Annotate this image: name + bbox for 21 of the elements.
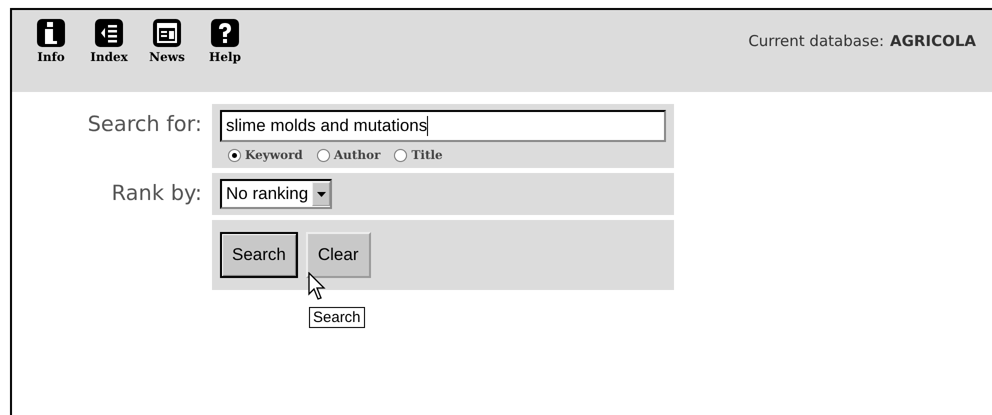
database-name: AGRICOLA	[890, 32, 976, 50]
toolbar-label[interactable]: Info	[37, 50, 65, 64]
rank-dropdown[interactable]: No ranking	[220, 179, 332, 209]
toolbar-label[interactable]: Help	[209, 50, 241, 64]
info-icon[interactable]	[36, 18, 66, 48]
tooltip: Search	[309, 307, 365, 328]
radio-option[interactable]: Title	[394, 148, 443, 162]
search-label: Search for:	[86, 111, 202, 138]
index-icon[interactable]	[94, 18, 124, 48]
rank-label: Rank by:	[110, 180, 202, 207]
caret-icon	[316, 192, 326, 196]
radio-option[interactable]: Keyword	[228, 148, 303, 162]
database-label: Current database:	[748, 32, 884, 50]
toolbar-label[interactable]: News	[149, 50, 185, 64]
action-button[interactable]: Clear	[306, 232, 370, 278]
help-icon[interactable]	[210, 18, 240, 48]
search-field[interactable]: slime molds and mutations	[220, 110, 666, 142]
toolbar-label[interactable]: Index	[90, 50, 128, 64]
action-button[interactable]: Search	[220, 232, 298, 278]
radio-option[interactable]: Author	[316, 148, 380, 162]
news-icon[interactable]	[152, 18, 182, 48]
